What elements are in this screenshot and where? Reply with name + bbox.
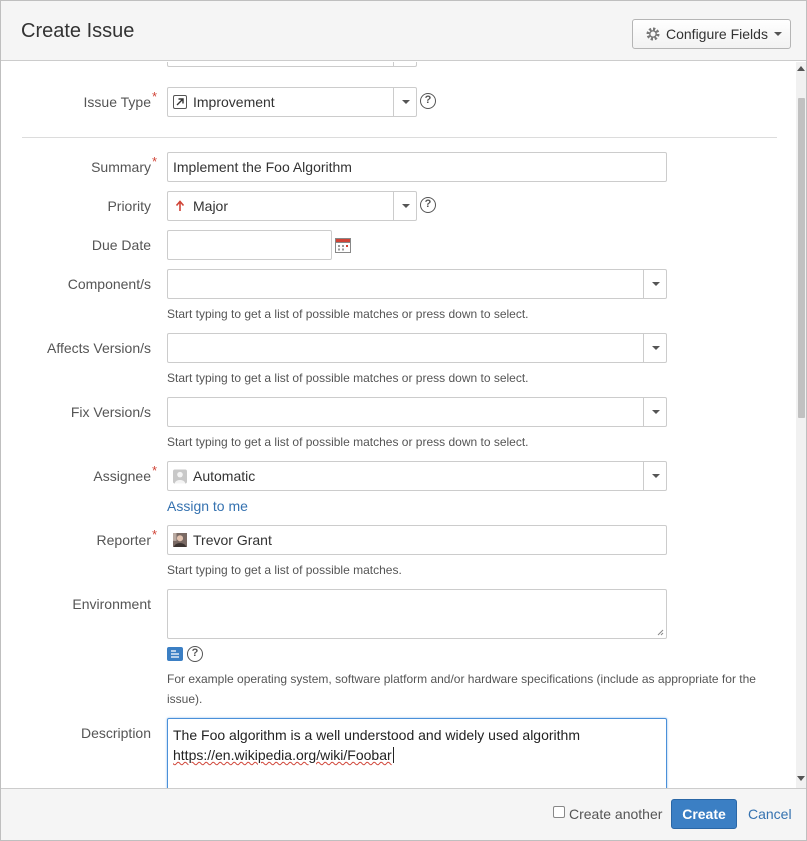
description-line-1: The Foo algorithm is a well understood a…: [173, 727, 580, 743]
scroll-thumb[interactable]: [798, 98, 805, 418]
avatar: [173, 533, 187, 547]
fix-version-dropdown-toggle[interactable]: [643, 397, 667, 427]
project-field-partial[interactable]: [167, 62, 417, 67]
priority-label: Priority: [107, 198, 151, 214]
chevron-down-icon: [651, 410, 660, 414]
summary-value: Implement the Foo Algorithm: [173, 159, 352, 175]
affects-version-label: Affects Version/s: [46, 340, 151, 356]
affects-version-select[interactable]: [167, 333, 667, 363]
priority-dropdown-toggle[interactable]: [393, 191, 417, 221]
dialog-title: Create Issue: [21, 20, 135, 42]
scrollbar[interactable]: [796, 62, 806, 788]
text-cursor: [392, 747, 394, 763]
dialog-header: Create Issue Configure Fields: [1, 1, 806, 61]
assignee-label: Assignee: [93, 468, 151, 484]
required-marker: *: [152, 154, 158, 169]
dialog-footer: Create another Create Cancel: [1, 788, 806, 840]
due-date-label: Due Date: [91, 237, 151, 253]
components-label: Component/s: [67, 276, 151, 292]
project-dropdown-toggle[interactable]: [393, 62, 417, 67]
environment-textarea[interactable]: [167, 589, 667, 639]
description-line-2: https://en.wikipedia.org/wiki/Foobar: [173, 747, 392, 763]
improvement-icon: [173, 95, 187, 109]
assign-to-me-link[interactable]: Assign to me: [167, 498, 248, 514]
cancel-link[interactable]: Cancel: [748, 806, 792, 822]
arrow-up-icon: [173, 199, 187, 213]
issue-type-select[interactable]: Improvement: [167, 87, 417, 117]
fix-version-select[interactable]: [167, 397, 667, 427]
components-dropdown-toggle[interactable]: [643, 269, 667, 299]
configure-fields-label: Configure Fields: [666, 26, 768, 42]
create-issue-dialog: Create Issue Configure Fields Issue Type…: [0, 0, 807, 841]
assignee-select[interactable]: Automatic: [167, 461, 667, 491]
priority-value: Major: [193, 198, 229, 214]
environment-hint-line1: For example operating system, software p…: [167, 672, 756, 686]
summary-input[interactable]: Implement the Foo Algorithm: [167, 152, 667, 182]
issue-type-label: Issue Type: [83, 94, 151, 110]
help-icon[interactable]: ?: [420, 197, 436, 213]
create-another-label[interactable]: Create another: [569, 806, 662, 822]
chevron-down-icon: [651, 474, 660, 478]
dialog-body: Issue Type * Improvement ? Summary * Imp…: [1, 62, 806, 788]
fix-version-label: Fix Version/s: [70, 404, 151, 420]
assignee-value: Automatic: [193, 468, 256, 484]
gear-icon: [646, 27, 660, 41]
help-icon[interactable]: ?: [187, 646, 203, 662]
components-select[interactable]: [167, 269, 667, 299]
environment-hint-line2: issue).: [167, 692, 203, 706]
wiki-renderer-icon[interactable]: [167, 647, 183, 661]
priority-select[interactable]: Major: [167, 191, 417, 221]
required-marker: *: [152, 463, 158, 478]
default-avatar-icon: [173, 469, 187, 483]
reporter-label: Reporter: [96, 532, 151, 548]
description-label: Description: [80, 725, 151, 741]
reporter-hint: Start typing to get a list of possible m…: [167, 563, 402, 577]
configure-fields-button[interactable]: Configure Fields: [632, 19, 791, 49]
chevron-down-icon: [651, 282, 660, 286]
resize-handle-icon[interactable]: [657, 629, 664, 636]
reporter-input[interactable]: Trevor Grant: [167, 525, 667, 555]
create-button[interactable]: Create: [671, 799, 737, 829]
environment-label: Environment: [72, 596, 151, 612]
chevron-down-icon: [401, 204, 410, 208]
create-another-checkbox[interactable]: [553, 806, 565, 818]
required-marker: *: [152, 527, 158, 542]
help-icon[interactable]: ?: [420, 93, 436, 109]
scroll-down-icon[interactable]: [797, 776, 805, 781]
summary-label: Summary: [91, 159, 151, 175]
section-divider: [22, 137, 777, 138]
assignee-dropdown-toggle[interactable]: [643, 461, 667, 491]
affects-version-dropdown-toggle[interactable]: [643, 333, 667, 363]
required-marker: *: [152, 89, 158, 104]
due-date-input[interactable]: [167, 230, 332, 260]
affects-version-hint: Start typing to get a list of possible m…: [167, 371, 529, 385]
chevron-down-icon: [401, 100, 410, 104]
calendar-icon[interactable]: [335, 237, 351, 253]
chevron-down-icon: [651, 346, 660, 350]
issue-type-value: Improvement: [193, 94, 275, 110]
components-hint: Start typing to get a list of possible m…: [167, 307, 529, 321]
description-textarea[interactable]: The Foo algorithm is a well understood a…: [167, 718, 667, 788]
fix-version-hint: Start typing to get a list of possible m…: [167, 435, 529, 449]
scroll-up-icon[interactable]: [797, 66, 805, 71]
chevron-down-icon: [773, 32, 782, 36]
issue-type-dropdown-toggle[interactable]: [393, 87, 417, 117]
reporter-value: Trevor Grant: [193, 532, 272, 548]
